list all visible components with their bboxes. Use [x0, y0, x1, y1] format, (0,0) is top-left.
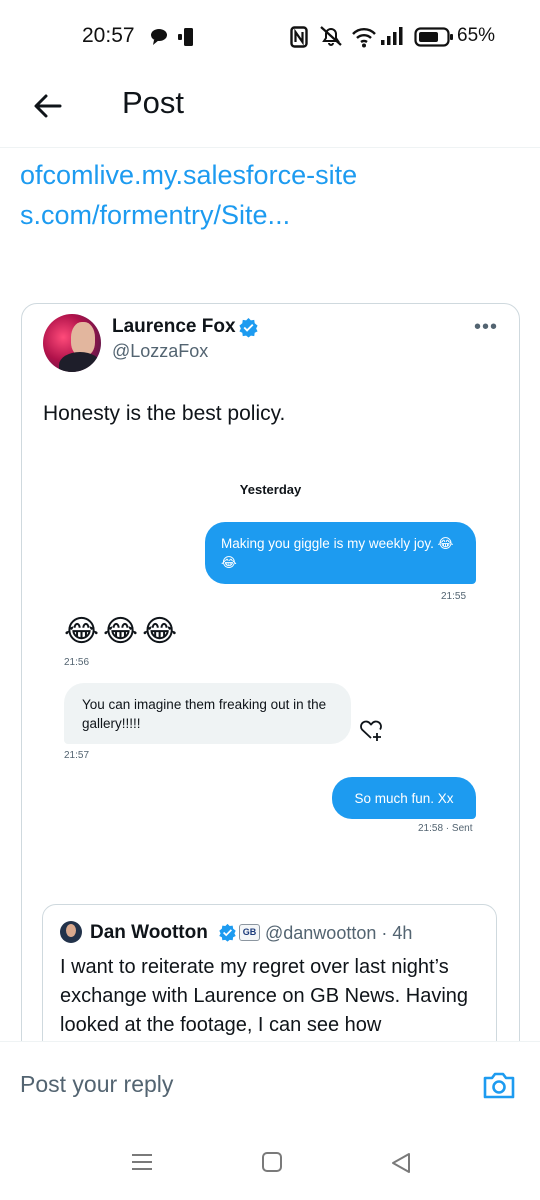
dm-emoji-message: 😂😂😂 — [64, 615, 182, 648]
avatar-body — [59, 352, 101, 372]
dm-timestamp: 21:55 — [441, 591, 467, 602]
battery-percent: 65% — [457, 25, 496, 46]
dm-timestamp: 21:57 — [64, 750, 90, 761]
status-time: 20:57 — [82, 24, 135, 47]
page-title: Post — [122, 85, 185, 120]
quote-handle-time: @danwootton · 4h — [265, 923, 413, 943]
avatar[interactable] — [43, 314, 101, 372]
menu-icon[interactable] — [131, 1153, 153, 1171]
dm-message-out: Making you giggle is my weekly joy. 😂😂 — [205, 522, 476, 584]
battery-icon — [414, 27, 453, 47]
dm-day-separator: Yesterday — [239, 482, 302, 497]
dm-message-in: You can imagine them freaking out in the… — [64, 683, 351, 744]
back-triangle-icon[interactable] — [389, 1151, 413, 1175]
system-nav-bar — [0, 1118, 540, 1200]
post-text: Honesty is the best policy. — [43, 402, 286, 425]
affiliate-badge-icon: GB — [239, 924, 260, 941]
home-icon[interactable] — [262, 1152, 282, 1172]
add-reaction-icon — [360, 720, 382, 741]
nfc-icon — [290, 26, 308, 48]
verified-badge-icon — [219, 923, 236, 942]
mute-icon — [320, 26, 342, 46]
quote-author-name: Dan Wootton — [90, 922, 208, 943]
quote-avatar — [60, 921, 82, 943]
dm-timestamp: 21:56 — [64, 657, 90, 668]
avatar-face — [71, 322, 95, 356]
arrow-left-icon[interactable] — [30, 88, 66, 124]
quoted-post-card[interactable]: Laurence Fox @LozzaFox ••• Honesty is th… — [21, 303, 520, 1063]
dm-message-out: So much fun. Xx — [332, 777, 476, 819]
dm-timestamp-sent: 21:58 · Sent — [418, 823, 473, 834]
nested-quote[interactable]: Dan Wootton GB @danwootton · 4h I want t… — [42, 904, 497, 1062]
notification-icon — [178, 28, 193, 46]
post-link[interactable]: ofcomlive.my.salesforce-sites.com/formen… — [20, 155, 360, 235]
author-name[interactable]: Laurence Fox — [112, 316, 236, 338]
quote-avatar-face — [66, 924, 76, 937]
signal-icon — [381, 27, 403, 45]
more-options-icon[interactable]: ••• — [474, 316, 498, 339]
reply-bar: Post your reply — [0, 1041, 540, 1118]
wifi-icon — [352, 28, 376, 48]
verified-badge-icon — [239, 317, 258, 338]
author-handle[interactable]: @LozzaFox — [112, 341, 208, 362]
status-bar: 20:57 65% — [0, 0, 540, 74]
reply-input[interactable]: Post your reply — [20, 1071, 173, 1098]
app-header: Post — [0, 74, 540, 148]
camera-icon[interactable] — [482, 1070, 516, 1100]
chat-bubble-icon — [151, 29, 167, 45]
